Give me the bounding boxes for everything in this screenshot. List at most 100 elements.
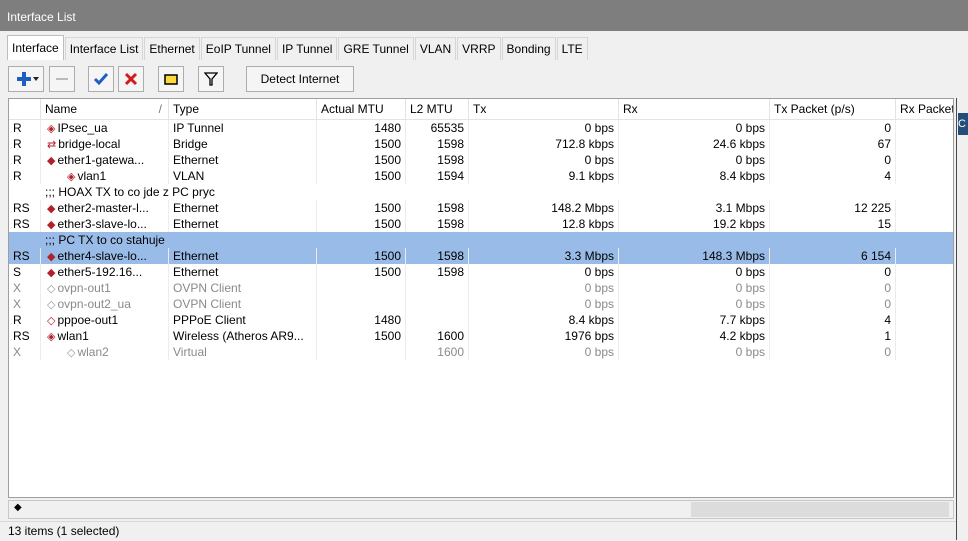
cell-type: Bridge bbox=[169, 136, 317, 152]
cell-tx-packet: 0 bbox=[770, 296, 896, 312]
cell-tx-packet: 6 154 bbox=[770, 248, 896, 264]
cell-tx-packet: 0 bbox=[770, 280, 896, 296]
cell-flags: R bbox=[9, 168, 41, 184]
interface-icon: ◈ bbox=[47, 122, 56, 135]
cell-flags: RS bbox=[9, 200, 41, 216]
table-row[interactable]: R ◈ vlan1 VLAN 1500 1594 9.1 kbps 8.4 kbps 4 bbox=[9, 168, 953, 184]
cell-tx: 0 bps bbox=[469, 264, 619, 280]
status-bar: 13 items (1 selected) bbox=[0, 521, 968, 540]
cell-l2mtu: 1600 bbox=[406, 344, 469, 360]
header-rx-packet[interactable]: Rx Packet ( bbox=[896, 99, 953, 119]
cell-name: ◈ vlan1 bbox=[41, 168, 169, 184]
header-tx[interactable]: Tx bbox=[469, 99, 619, 119]
cell-type: Ethernet bbox=[169, 152, 317, 168]
header-actual-mtu[interactable]: Actual MTU bbox=[317, 99, 406, 119]
cell-l2mtu: 1598 bbox=[406, 216, 469, 232]
cell-name: ◇ ovpn-out2_ua bbox=[41, 296, 169, 312]
filter-button[interactable] bbox=[198, 66, 224, 92]
cell-flags: X bbox=[9, 344, 41, 360]
table-row[interactable]: X ◇ wlan2 Virtual 1600 0 bps 0 bps 0 bbox=[9, 344, 953, 360]
tab-interface-list[interactable]: Interface List bbox=[64, 37, 144, 60]
cell-rx: 19.2 kbps bbox=[619, 216, 770, 232]
cell-actual-mtu: 1500 bbox=[317, 200, 406, 216]
tab-vlan[interactable]: VLAN bbox=[414, 37, 457, 60]
comment-row[interactable]: ;;; HOAX TX to co jde z PC pryc bbox=[9, 184, 953, 200]
tab-lte[interactable]: LTE bbox=[556, 37, 588, 60]
cell-tx-packet: 4 bbox=[770, 168, 896, 184]
cell-actual-mtu: 1500 bbox=[317, 168, 406, 184]
cell-actual-mtu: 1500 bbox=[317, 328, 406, 344]
table-row[interactable]: X ◇ ovpn-out1 OVPN Client 0 bps 0 bps 0 bbox=[9, 280, 953, 296]
cell-tx-packet: 0 bbox=[770, 344, 896, 360]
add-button[interactable] bbox=[8, 66, 44, 92]
sort-indicator: / bbox=[158, 102, 162, 116]
cell-l2mtu: 1598 bbox=[406, 136, 469, 152]
table-row[interactable]: RS ◆ ether4-slave-lo... Ethernet 1500 1598 3.3… bbox=[9, 248, 953, 264]
cell-actual-mtu: 1500 bbox=[317, 264, 406, 280]
table-row[interactable]: R ◈ IPsec_ua IP Tunnel 1480 65535 0 bps 0 bps 0 bbox=[9, 120, 953, 136]
cell-name: ◇ wlan2 bbox=[41, 344, 169, 360]
header-type[interactable]: Type bbox=[169, 99, 317, 119]
comment-button[interactable] bbox=[158, 66, 184, 92]
remove-button[interactable] bbox=[49, 66, 75, 92]
cell-type: OVPN Client bbox=[169, 280, 317, 296]
table-row[interactable]: R ⇄ bridge-local Bridge 1500 1598 712.8 kbps 24… bbox=[9, 136, 953, 152]
interface-icon: ◇ bbox=[47, 282, 56, 295]
cell-type: Ethernet bbox=[169, 264, 317, 280]
cell-name: ◇ pppoe-out1 bbox=[41, 312, 169, 328]
cell-tx: 9.1 kbps bbox=[469, 168, 619, 184]
tab-ip-tunnel[interactable]: IP Tunnel bbox=[276, 37, 338, 60]
cell-tx: 0 bps bbox=[469, 280, 619, 296]
table-row[interactable]: X ◇ ovpn-out2_ua OVPN Client 0 bps 0 bps 0 bbox=[9, 296, 953, 312]
cell-l2mtu: 1598 bbox=[406, 152, 469, 168]
table-row[interactable]: R ◇ pppoe-out1 PPPoE Client 1480 8.4 kbps 7.7 … bbox=[9, 312, 953, 328]
interface-icon: ⇄ bbox=[47, 138, 57, 151]
tab-interface[interactable]: Interface bbox=[7, 35, 64, 60]
cell-tx: 148.2 Mbps bbox=[469, 200, 619, 216]
table-row[interactable]: RS ◆ ether3-slave-lo... Ethernet 1500 1598 12.… bbox=[9, 216, 953, 232]
interface-name: ether1-gatewa... bbox=[57, 153, 145, 167]
interface-icon: ◇ bbox=[67, 346, 76, 359]
cell-flags: R bbox=[9, 152, 41, 168]
side-window-edge[interactable]: C bbox=[956, 98, 968, 540]
interface-icon: ◆ bbox=[47, 218, 56, 231]
header-tx-packet[interactable]: Tx Packet (p/s) bbox=[770, 99, 896, 119]
header-name[interactable]: Name / bbox=[41, 99, 169, 119]
table-row[interactable]: R ◆ ether1-gatewa... Ethernet 1500 1598 0 bps 0… bbox=[9, 152, 953, 168]
header-rx[interactable]: Rx bbox=[619, 99, 770, 119]
cell-rx: 0 bps bbox=[619, 152, 770, 168]
tab-eoip-tunnel[interactable]: EoIP Tunnel bbox=[200, 37, 276, 60]
cell-type: Ethernet bbox=[169, 216, 317, 232]
table-row[interactable]: S ◆ ether5-192.16... Ethernet 1500 1598 0 bps 0… bbox=[9, 264, 953, 280]
tab-gre-tunnel[interactable]: GRE Tunnel bbox=[338, 37, 414, 60]
enable-button[interactable] bbox=[88, 66, 114, 92]
interface-name: ether5-192.16... bbox=[57, 265, 143, 279]
interface-icon: ◈ bbox=[47, 330, 56, 343]
detect-internet-button[interactable]: Detect Internet bbox=[246, 66, 354, 92]
scrollbar-thumb[interactable] bbox=[691, 502, 949, 517]
cell-tx-packet: 0 bbox=[770, 120, 896, 136]
header-l2mtu[interactable]: L2 MTU bbox=[406, 99, 469, 119]
tab-ethernet[interactable]: Ethernet bbox=[144, 37, 200, 60]
cell-l2mtu: 1594 bbox=[406, 168, 469, 184]
comment-row[interactable]: ;;; PC TX to co stahuje bbox=[9, 232, 953, 248]
interface-icon: ◇ bbox=[47, 298, 56, 311]
tab-vrrp[interactable]: VRRP bbox=[457, 37, 501, 60]
interface-icon: ◇ bbox=[47, 314, 56, 327]
interface-name: IPsec_ua bbox=[57, 121, 108, 135]
cell-flags: R bbox=[9, 136, 41, 152]
interface-name: pppoe-out1 bbox=[57, 313, 119, 327]
row-comment: ;;; HOAX TX to co jde z PC pryc bbox=[45, 185, 215, 199]
horizontal-scrollbar[interactable]: ◆ bbox=[8, 500, 954, 519]
cell-actual-mtu: 1480 bbox=[317, 120, 406, 136]
table-row[interactable]: RS ◈ wlan1 Wireless (Atheros AR9... 1500 1600… bbox=[9, 328, 953, 344]
minus-icon bbox=[56, 78, 68, 80]
disable-button[interactable] bbox=[118, 66, 144, 92]
header-flags[interactable] bbox=[9, 99, 41, 119]
scroll-left-icon[interactable]: ◆ bbox=[14, 502, 22, 513]
table-row[interactable]: RS ◆ ether2-master-l... Ethernet 1500 1598 148… bbox=[9, 200, 953, 216]
table-header: Name / Type Actual MTU L2 MTU Tx Rx Tx Pa… bbox=[9, 99, 953, 120]
cell-actual-mtu: 1500 bbox=[317, 152, 406, 168]
tab-bonding[interactable]: Bonding bbox=[501, 37, 556, 60]
cell-actual-mtu: 1500 bbox=[317, 216, 406, 232]
